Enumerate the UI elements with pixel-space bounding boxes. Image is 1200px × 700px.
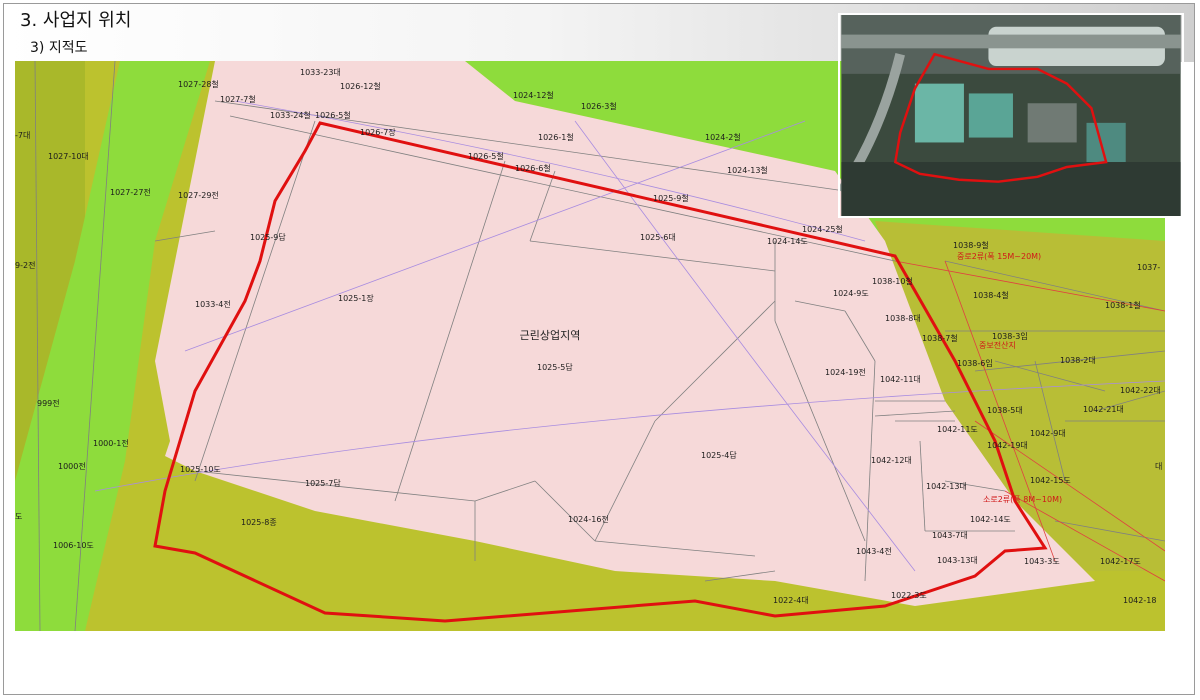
parcel-label: 1025-10도 [180,465,221,474]
parcel-label: 1024-9도 [833,289,869,298]
parcel-label: 1038-6임 [957,359,993,368]
parcel-label: 1024-14도 [767,237,808,246]
parcel-label: 1024-13철 [727,165,768,175]
road-label-main: 중로2류(폭 15M~20M) [957,252,1041,261]
parcel-label: 1042-17도 [1100,557,1141,566]
parcel-label: 1027-28철 [178,79,219,89]
parcel-label: 1043-3도 [1024,557,1060,566]
parcel-label: 9-2전 [15,260,35,270]
parcel-label: 1024-19전 [825,367,866,377]
parcel-label: 1042-18 [1123,596,1156,605]
parcel-label: 1043-4전 [856,546,892,556]
parcel-label: 1022-3도 [891,591,927,600]
parcel-label: 1033-24철 [270,110,311,120]
parcel-label: 1022-4대 [773,596,809,605]
parcel-label: 1026-6철 [515,163,551,173]
road-label-small: 소로2류(폭 8M~10M) [983,495,1062,504]
parcel-label: 1026-5철 [468,151,504,161]
parcel-label: 1043-7대 [932,531,968,540]
parcel-label: 1026-7장 [360,127,396,137]
parcel-label: 1024-16전 [568,514,609,524]
page-title: 3. 사업지 위치 [20,10,132,31]
parcel-label: 1000-1전 [93,438,129,448]
parcel-label: 1038-3임 [992,332,1028,341]
parcel-label: 대 [1155,462,1162,471]
parcel-label: 1042-12대 [871,456,912,465]
parcel-label: 1038-5대 [987,406,1023,415]
parcel-label: 1027-7철 [220,94,256,104]
parcel-label: 999전 [37,398,60,408]
parcel-label: 1026-1철 [538,132,574,142]
parcel-label: 1038-4철 [973,290,1009,300]
parcel-label: 1042-19대 [987,441,1028,450]
road [841,34,1181,49]
parcel-label: 1025-7답 [305,478,341,488]
building [914,83,964,143]
parcel-label: 1042-11대 [880,375,921,384]
parcel-label: 1042-11도 [937,425,978,434]
parcel-label: 1042-9대 [1030,429,1066,438]
parcel-label: 도 [15,512,22,521]
parcel-label: 1038-10철 [872,276,913,286]
parcel-label: 1025-5답 [537,362,573,372]
parcel-label: 1033-23대 [300,68,341,77]
parcel-label: 1025-9철 [653,193,689,203]
parcel-label: 1027-27전 [110,187,151,197]
page-subtitle: 3) 지적도 [30,40,88,56]
parcel-label: 1000전 [58,461,86,471]
parcel-label: 1026-5철 [315,110,351,120]
parcel-label: 1042-15도 [1030,476,1071,485]
parcel-label: 1038-2대 [1060,356,1096,365]
parcel-label: 1037- [1137,263,1160,272]
parcel-label: 1038-7철 [922,333,958,343]
forest-label: 중보전산지 [979,340,1016,350]
parcel-label: 1025-8종 [241,518,277,527]
parcel-label: 1026-12철 [340,81,381,91]
parcel-label: 1024-12철 [513,90,554,100]
parcel-label: 1026-3철 [581,101,617,111]
zone-label: 근린상업지역 [520,329,581,342]
satellite-inset [838,13,1184,218]
parcel-label: 1025-4답 [701,450,737,460]
parcel-label: 1027-29전 [178,190,219,200]
parcel-label: 1038-1철 [1105,300,1141,310]
parcel-label: 1042-22대 [1120,386,1161,395]
parcel-label: 1024-2철 [705,132,741,142]
parcel-label: 1042-14도 [970,515,1011,524]
parcel-label: 1043-13대 [937,556,978,565]
parcel-label: 1038-9철 [953,240,989,250]
parcel-label: 1025-1장 [338,293,374,303]
parcel-label: 1042-13대 [926,482,967,491]
parcel-label: 1025-9답 [250,232,286,242]
building [968,93,1013,138]
building [1027,103,1077,143]
parcel-label: 1025-6대 [640,233,676,242]
parcel-label: 1042-21대 [1083,405,1124,414]
parcel-label: 1006-10도 [53,541,94,550]
building [1086,122,1126,163]
parcel-label: -7대 [15,131,30,140]
parcel-label: 1038-8대 [885,314,921,323]
parcel-label: 1027-10대 [48,152,89,161]
parcel-label: 1033-4전 [195,299,231,309]
parcel-label: 1024-25철 [802,224,843,234]
